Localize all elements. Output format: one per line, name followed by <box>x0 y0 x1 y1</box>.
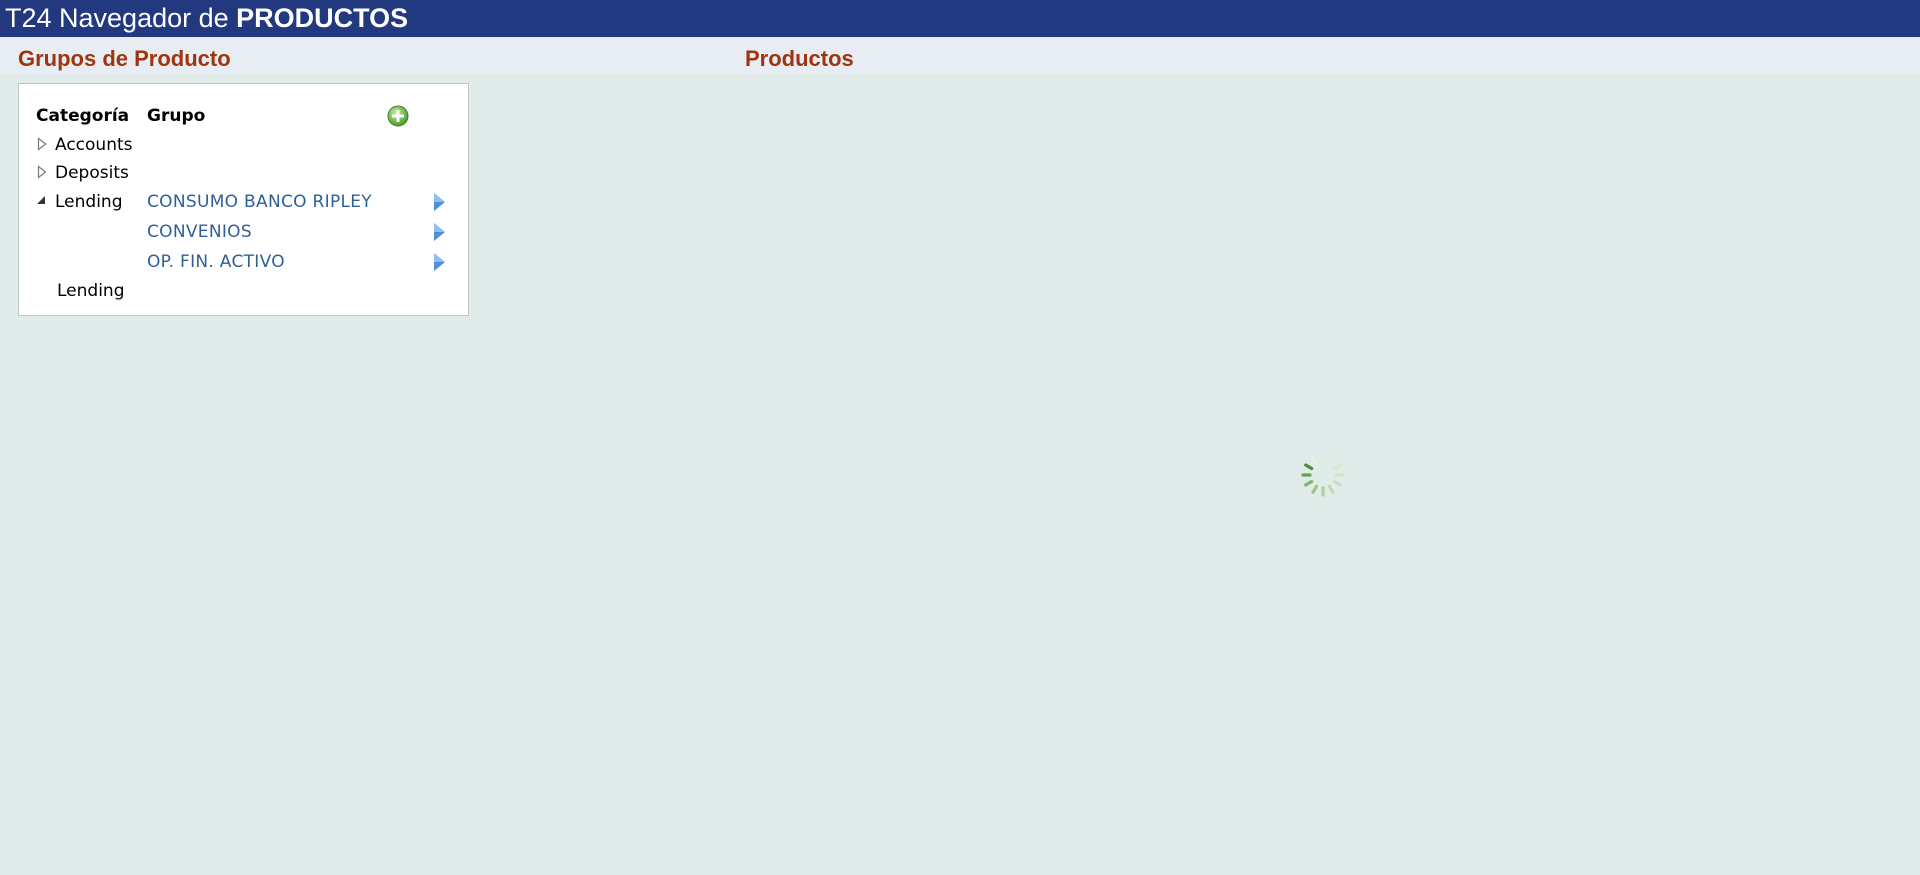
app-title-bar: T24 Navegador de PRODUCTOS <box>0 0 1920 37</box>
open-group-arrow-icon[interactable] <box>432 222 446 242</box>
products-title: Productos <box>745 46 854 71</box>
product-groups-title: Grupos de Producto <box>18 46 231 71</box>
expand-accounts-icon[interactable] <box>37 137 47 151</box>
open-group-arrow-icon[interactable] <box>432 252 446 272</box>
product-groups-panel: Categoría Grupo Accounts Deposits Lendin… <box>18 83 469 316</box>
group-link-convenios[interactable]: CONVENIOS <box>147 222 252 242</box>
loading-spinner-icon <box>1301 453 1345 497</box>
category-deposits[interactable]: Deposits <box>55 163 129 183</box>
column-header-group: Grupo <box>147 106 206 126</box>
group-link-op-fin-activo[interactable]: OP. FIN. ACTIVO <box>147 252 285 272</box>
app-title-bold: PRODUCTOS <box>236 3 409 33</box>
section-header-bar <box>0 37 1920 74</box>
open-group-arrow-icon[interactable] <box>432 192 446 212</box>
column-header-category: Categoría <box>36 106 130 126</box>
group-link-consumo-banco-ripley[interactable]: CONSUMO BANCO RIPLEY <box>147 192 372 212</box>
category-lending[interactable]: Lending <box>55 192 123 212</box>
app-title-prefix: T24 Navegador de <box>5 3 237 33</box>
expand-deposits-icon[interactable] <box>37 165 47 179</box>
category-footer-label: Lending <box>57 281 125 301</box>
add-icon[interactable] <box>387 105 409 127</box>
category-accounts[interactable]: Accounts <box>55 135 133 155</box>
collapse-lending-icon[interactable] <box>36 194 46 208</box>
